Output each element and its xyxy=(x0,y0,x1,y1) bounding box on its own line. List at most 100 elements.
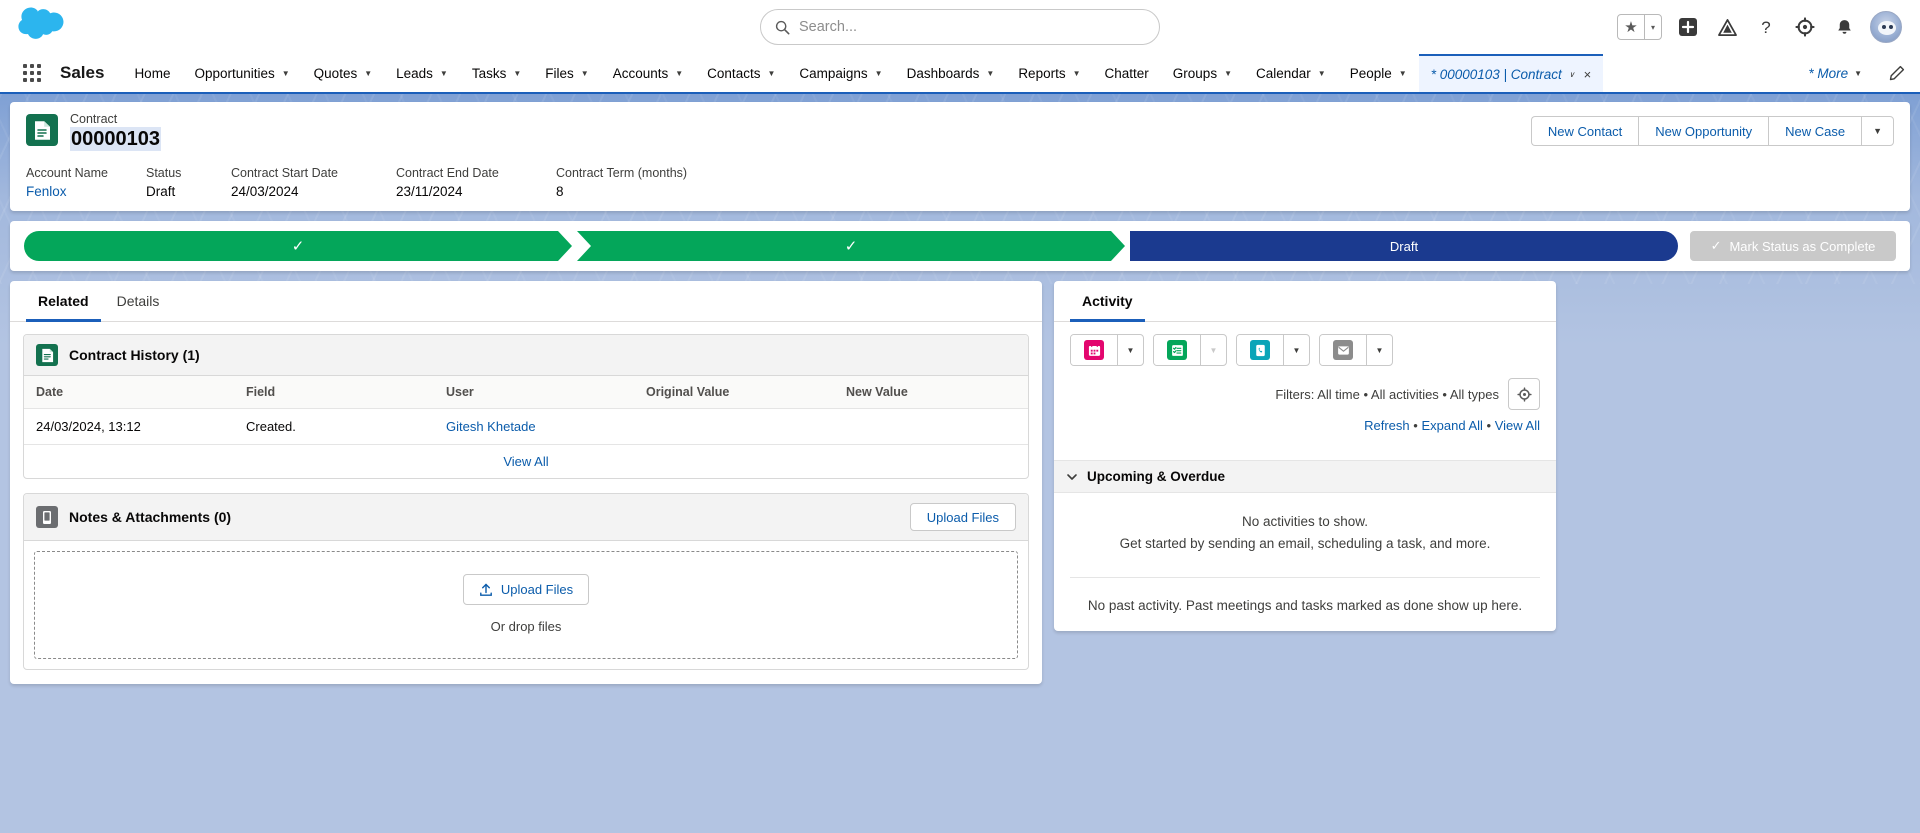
column-header-date[interactable]: Date xyxy=(24,376,234,409)
column-header-field[interactable]: Field xyxy=(234,376,434,409)
task-checklist-icon xyxy=(1167,340,1187,360)
nav-item-reports[interactable]: Reports ▼ xyxy=(1006,54,1092,92)
upload-icon xyxy=(479,583,493,597)
more-actions-caret-icon[interactable]: ▼ xyxy=(1861,116,1894,146)
path-stage-1[interactable]: ✓ xyxy=(24,231,572,261)
nav-item-calendar[interactable]: Calendar ▼ xyxy=(1244,54,1338,92)
favorites-star-icon[interactable]: ★ xyxy=(1618,15,1644,39)
app-name[interactable]: Sales xyxy=(54,54,122,92)
chevron-down-icon[interactable]: ∨ xyxy=(1569,70,1575,79)
cell-new-value xyxy=(834,408,1028,445)
drop-files-text: Or drop files xyxy=(490,619,562,634)
filter-gear-icon[interactable] xyxy=(1508,378,1540,410)
log-a-call-caret-icon[interactable]: ▼ xyxy=(1283,335,1309,365)
salesforce-cloud-logo[interactable] xyxy=(18,6,78,48)
new-event-button[interactable] xyxy=(1071,335,1117,365)
new-event-caret-icon[interactable]: ▼ xyxy=(1117,335,1143,365)
nav-item-dashboards[interactable]: Dashboards ▼ xyxy=(895,54,1007,92)
email-button[interactable] xyxy=(1320,335,1366,365)
nav-item-contacts[interactable]: Contacts ▼ xyxy=(695,54,787,92)
nav-item-leads[interactable]: Leads ▼ xyxy=(384,54,460,92)
nav-item-accounts[interactable]: Accounts ▼ xyxy=(601,54,695,92)
log-a-call-group: ▼ xyxy=(1236,334,1310,366)
search-box[interactable] xyxy=(760,9,1160,45)
column-header-user[interactable]: User xyxy=(434,376,634,409)
path-stage-draft[interactable]: Draft xyxy=(1130,231,1678,261)
help-icon[interactable]: ? xyxy=(1753,14,1779,40)
nav-item-campaigns[interactable]: Campaigns ▼ xyxy=(787,54,894,92)
favorites-caret-icon[interactable]: ▾ xyxy=(1644,15,1661,39)
nav-item-opportunities[interactable]: Opportunities ▼ xyxy=(182,54,301,92)
setup-assistant-icon[interactable] xyxy=(1714,14,1740,40)
expand-all-link[interactable]: Expand All xyxy=(1421,418,1482,433)
nav-item-more[interactable]: * More ▼ xyxy=(1796,54,1874,92)
new-task-caret-icon: ▼ xyxy=(1200,335,1226,365)
empty-message-line2: Get started by sending an email, schedul… xyxy=(1119,536,1491,551)
contract-document-icon xyxy=(26,114,58,146)
notes-attachments-related-list: Notes & Attachments (0) Upload Files Upl… xyxy=(23,493,1029,670)
new-task-button[interactable] xyxy=(1154,335,1200,365)
cell-field: Created. xyxy=(234,408,434,445)
global-search[interactable] xyxy=(760,9,1160,45)
tab-details[interactable]: Details xyxy=(105,281,172,322)
email-caret-icon[interactable]: ▼ xyxy=(1366,335,1392,365)
new-case-button[interactable]: New Case xyxy=(1768,116,1862,146)
upcoming-overdue-section-header[interactable]: Upcoming & Overdue xyxy=(1054,460,1556,493)
activity-action-buttons: ▼ ▼ ▼ ▼ xyxy=(1070,322,1540,370)
nav-item-groups[interactable]: Groups ▼ xyxy=(1161,54,1244,92)
view-all-link[interactable]: View All xyxy=(503,454,548,469)
setup-gear-icon[interactable] xyxy=(1792,14,1818,40)
tab-related[interactable]: Related xyxy=(26,281,101,322)
chevron-down-icon: ▼ xyxy=(364,68,373,78)
activity-tabs: Activity xyxy=(1054,281,1556,322)
upload-files-header-button[interactable]: Upload Files xyxy=(909,503,1016,531)
nav-item-home[interactable]: Home xyxy=(122,54,182,92)
global-actions-plus-icon[interactable] xyxy=(1675,14,1701,40)
favorites-group[interactable]: ★ ▾ xyxy=(1617,14,1662,40)
nav-item-active-contract-tab[interactable]: * 00000103 | Contract ∨ × xyxy=(1418,54,1604,92)
file-dropzone[interactable]: Upload Files Or drop files xyxy=(34,551,1018,659)
nav-item-people[interactable]: People ▼ xyxy=(1338,54,1419,92)
close-icon[interactable]: × xyxy=(1584,67,1592,82)
nav-item-files[interactable]: Files ▼ xyxy=(533,54,600,92)
column-header-new-value[interactable]: New Value xyxy=(834,376,1028,409)
log-a-call-button[interactable] xyxy=(1237,335,1283,365)
pencil-edit-icon[interactable] xyxy=(1874,54,1920,92)
nav-item-chatter[interactable]: Chatter xyxy=(1093,54,1161,92)
record-tabs: Related Details xyxy=(10,281,1042,322)
column-header-original-value[interactable]: Original Value xyxy=(634,376,834,409)
new-contact-button[interactable]: New Contact xyxy=(1530,116,1639,146)
chevron-down-icon: ▼ xyxy=(1854,68,1862,78)
user-avatar[interactable] xyxy=(1870,11,1902,43)
mark-status-as-complete-button[interactable]: ✓ Mark Status as Complete xyxy=(1690,231,1896,261)
refresh-link[interactable]: Refresh xyxy=(1364,418,1410,433)
cell-user: Gitesh Khetade xyxy=(434,408,634,445)
app-navigation-bar: Sales Home Opportunities ▼ Quotes ▼ Leads ▼… xyxy=(0,54,1920,94)
empty-message-line1: No activities to show. xyxy=(1241,514,1369,529)
app-launcher-icon[interactable] xyxy=(10,54,54,92)
chevron-down-icon xyxy=(1066,471,1078,483)
account-name-link[interactable]: Fenlox xyxy=(26,184,67,199)
search-input[interactable] xyxy=(799,19,1145,35)
path-stage-2[interactable]: ✓ xyxy=(577,231,1125,261)
related-card: Related Details Contract History (1) Dat… xyxy=(10,281,1042,684)
field-contract-end-date: Contract End Date 23/11/2024 xyxy=(396,165,556,201)
new-opportunity-button[interactable]: New Opportunity xyxy=(1638,116,1769,146)
nav-item-label: Leads xyxy=(396,65,433,81)
tab-activity[interactable]: Activity xyxy=(1070,281,1145,322)
notifications-bell-icon[interactable] xyxy=(1831,14,1857,40)
links-separator: • xyxy=(1413,418,1418,433)
left-column: Related Details Contract History (1) Dat… xyxy=(10,281,1042,684)
field-account-name: Account Name Fenlox xyxy=(26,165,146,201)
chevron-down-icon: ▼ xyxy=(439,68,448,78)
view-all-link[interactable]: View All xyxy=(1495,418,1540,433)
user-link[interactable]: Gitesh Khetade xyxy=(446,419,536,434)
chevron-down-icon: ▼ xyxy=(513,68,522,78)
activity-card: Activity ▼ ▼ ▼ ▼ Filters: All time • All… xyxy=(1054,281,1556,631)
past-activity-message: No past activity. Past meetings and task… xyxy=(1087,598,1523,613)
email-group: ▼ xyxy=(1319,334,1393,366)
nav-item-tasks[interactable]: Tasks ▼ xyxy=(460,54,533,92)
upload-files-button[interactable]: Upload Files xyxy=(462,574,590,605)
nav-item-quotes[interactable]: Quotes ▼ xyxy=(302,54,384,92)
calendar-event-icon xyxy=(1084,340,1104,360)
